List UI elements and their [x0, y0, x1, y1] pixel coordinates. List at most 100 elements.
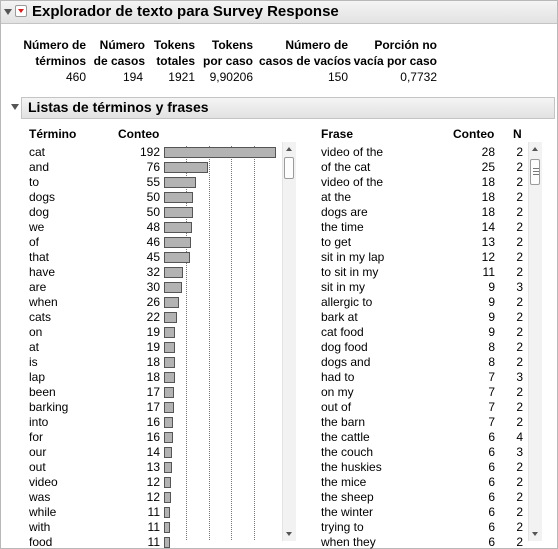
- term-cell[interactable]: dog: [29, 205, 49, 219]
- phrase-cell[interactable]: dogs are: [321, 205, 368, 219]
- phrase-cell[interactable]: dog food: [321, 340, 368, 354]
- term-count-cell: 19: [146, 340, 160, 354]
- phrase-n-cell: 2: [516, 325, 523, 339]
- phrases-scrollbar-thumb[interactable]: [530, 159, 540, 185]
- phrase-cell[interactable]: video of the: [321, 175, 383, 189]
- phrase-cell[interactable]: to get: [321, 235, 351, 249]
- phrase-cell[interactable]: when they: [321, 535, 376, 549]
- scroll-down-arrow-icon[interactable]: [532, 532, 538, 536]
- term-cell[interactable]: while: [29, 505, 56, 519]
- section-header: Listas de términos y frases: [21, 97, 555, 119]
- section-disclosure-icon[interactable]: [11, 104, 19, 110]
- phrase-cell[interactable]: the mice: [321, 475, 366, 489]
- term-count-cell: 11: [147, 520, 160, 534]
- term-count-cell: 12: [146, 490, 160, 504]
- phrase-cell[interactable]: the time: [321, 220, 364, 234]
- phrase-cell[interactable]: had to: [321, 370, 354, 384]
- term-cell[interactable]: we: [29, 220, 44, 234]
- term-cell[interactable]: with: [29, 520, 50, 534]
- phrase-cell[interactable]: dogs and: [321, 355, 370, 369]
- term-cell[interactable]: was: [29, 490, 50, 504]
- term-count-bar: [164, 177, 196, 188]
- stat-header-terms: Número de términos: [23, 38, 86, 68]
- phrases-scrollbar[interactable]: [528, 142, 542, 541]
- term-cell[interactable]: cat: [29, 145, 45, 159]
- red-triangle-menu-icon[interactable]: [15, 5, 27, 17]
- term-cell[interactable]: video: [29, 475, 58, 489]
- term-cell[interactable]: of: [29, 235, 39, 249]
- scroll-up-arrow-icon[interactable]: [532, 147, 538, 151]
- term-cell[interactable]: dogs: [29, 190, 55, 204]
- term-cell[interactable]: for: [29, 430, 43, 444]
- phrase-count-cell: 12: [481, 250, 495, 264]
- term-cell[interactable]: been: [29, 385, 56, 399]
- terms-column-header-term[interactable]: Término: [29, 127, 76, 141]
- phrase-cell[interactable]: the sheep: [321, 490, 374, 504]
- phrases-column-header-phrase[interactable]: Frase: [321, 127, 353, 141]
- phrase-cell[interactable]: the huskies: [321, 460, 382, 474]
- phrase-count-cell: 6: [488, 475, 495, 489]
- phrase-cell[interactable]: the cattle: [321, 430, 370, 444]
- phrase-cell[interactable]: of the cat: [321, 160, 370, 174]
- term-cell[interactable]: and: [29, 160, 49, 174]
- phrase-cell[interactable]: video of the: [321, 145, 383, 159]
- phrase-count-cell: 9: [488, 280, 495, 294]
- term-count-cell: 11: [147, 505, 160, 519]
- term-count-bar: [164, 417, 173, 428]
- term-cell[interactable]: our: [29, 445, 46, 459]
- report-header: Explorador de texto para Survey Response: [1, 1, 557, 24]
- term-cell[interactable]: on: [29, 325, 42, 339]
- terms-scrollbar-thumb[interactable]: [284, 157, 294, 179]
- phrase-cell[interactable]: the couch: [321, 445, 373, 459]
- terms-column-header-count[interactable]: Conteo: [118, 127, 159, 141]
- term-count-bar: [164, 267, 183, 278]
- term-count-cell: 46: [146, 235, 160, 249]
- disclosure-triangle-icon[interactable]: [4, 9, 12, 15]
- terms-scrollbar[interactable]: [282, 142, 296, 541]
- phrase-count-cell: 6: [488, 445, 495, 459]
- term-cell[interactable]: barking: [29, 400, 68, 414]
- term-count-cell: 50: [146, 190, 160, 204]
- phrase-n-cell: 2: [516, 340, 523, 354]
- phrase-cell[interactable]: on my: [321, 385, 354, 399]
- term-cell[interactable]: lap: [29, 370, 45, 384]
- term-cell[interactable]: at: [29, 340, 39, 354]
- phrase-cell[interactable]: the barn: [321, 415, 365, 429]
- phrase-cell[interactable]: cat food: [321, 325, 364, 339]
- phrase-cell[interactable]: sit in my: [321, 280, 365, 294]
- phrase-cell[interactable]: sit in my lap: [321, 250, 384, 264]
- term-cell[interactable]: out: [29, 460, 46, 474]
- phrase-count-cell: 18: [481, 175, 495, 189]
- phrases-column-header-n[interactable]: N: [513, 127, 522, 141]
- term-cell[interactable]: to: [29, 175, 39, 189]
- term-count-cell: 18: [146, 355, 160, 369]
- bar-gridline: [186, 146, 187, 540]
- phrase-count-cell: 18: [481, 205, 495, 219]
- phrase-cell[interactable]: trying to: [321, 520, 364, 534]
- term-count-cell: 16: [146, 415, 160, 429]
- phrase-cell[interactable]: to sit in my: [321, 265, 378, 279]
- term-cell[interactable]: have: [29, 265, 55, 279]
- phrase-n-cell: 3: [516, 445, 523, 459]
- phrase-cell[interactable]: allergic to: [321, 295, 372, 309]
- phrase-cell[interactable]: at the: [321, 190, 351, 204]
- stat-header-empty-cases: Número de casos de vacíos: [259, 38, 352, 68]
- phrases-column-header-count[interactable]: Conteo: [453, 127, 494, 141]
- term-cell[interactable]: cats: [29, 310, 51, 324]
- phrase-cell[interactable]: the winter: [321, 505, 373, 519]
- term-cell[interactable]: are: [29, 280, 46, 294]
- phrase-count-cell: 6: [488, 505, 495, 519]
- term-cell[interactable]: that: [29, 250, 49, 264]
- term-cell[interactable]: is: [29, 355, 38, 369]
- scroll-down-arrow-icon[interactable]: [286, 532, 292, 536]
- term-cell[interactable]: food: [29, 535, 52, 549]
- term-count-bar: [164, 537, 170, 548]
- term-cell[interactable]: when: [29, 295, 58, 309]
- phrase-cell[interactable]: out of: [321, 400, 351, 414]
- scroll-up-arrow-icon[interactable]: [286, 147, 292, 151]
- term-count-bar: [164, 207, 193, 218]
- phrase-cell[interactable]: bark at: [321, 310, 358, 324]
- term-cell[interactable]: into: [29, 415, 48, 429]
- phrase-n-cell: 2: [516, 250, 523, 264]
- term-count-bar: [164, 432, 173, 443]
